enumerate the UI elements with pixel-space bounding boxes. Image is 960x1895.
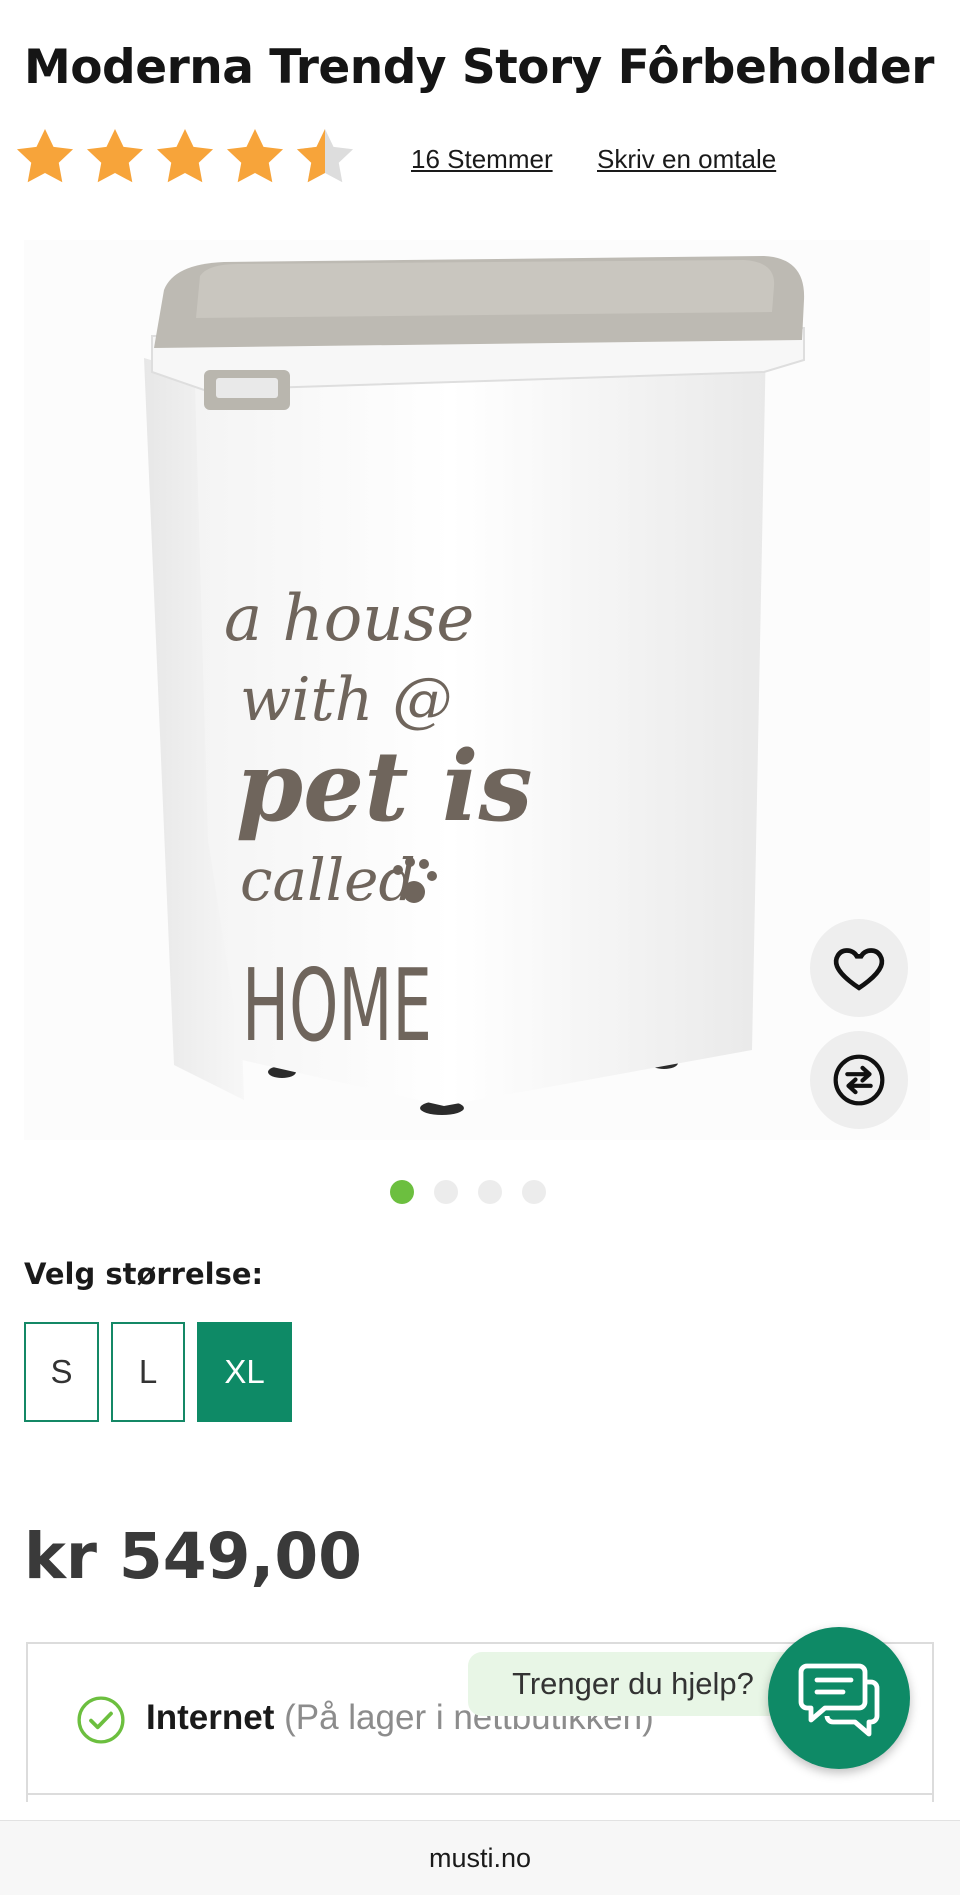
food-container-illustration: a house with @ pet is called HOME bbox=[144, 256, 805, 1115]
chat-bubbles-icon bbox=[798, 1663, 880, 1737]
write-review-link[interactable]: Skriv en omtale bbox=[597, 144, 776, 175]
star-icon bbox=[156, 128, 214, 183]
product-image[interactable]: a house with @ pet is called HOME bbox=[24, 240, 930, 1140]
chat-button[interactable] bbox=[768, 1627, 910, 1769]
product-title: Moderna Trendy Story Fôrbeholder bbox=[24, 40, 934, 95]
check-circle-icon bbox=[77, 1696, 125, 1744]
size-option-s[interactable]: S bbox=[24, 1322, 99, 1422]
bin-text-line-3: pet is bbox=[236, 730, 532, 843]
size-option-l[interactable]: L bbox=[111, 1322, 185, 1422]
divider bbox=[26, 1793, 934, 1795]
heart-icon bbox=[833, 948, 885, 991]
votes-link[interactable]: 16 Stemmer bbox=[411, 144, 553, 175]
carousel-dot[interactable] bbox=[434, 1180, 458, 1204]
rating-row: 16 Stemmer Skriv en omtale bbox=[12, 124, 932, 194]
size-label: Velg størrelse: bbox=[24, 1257, 264, 1291]
help-bubble[interactable]: Trenger du hjelp? bbox=[468, 1652, 798, 1716]
carousel-dot[interactable] bbox=[390, 1180, 414, 1204]
image-carousel-dots bbox=[390, 1180, 580, 1204]
bin-text-line-4: called bbox=[240, 846, 416, 914]
stock-channel: Internet bbox=[146, 1698, 275, 1737]
star-icon bbox=[16, 128, 74, 183]
bin-text-line-1: a house bbox=[224, 582, 474, 656]
bin-text-line-5: HOME bbox=[242, 947, 432, 1064]
star-icon bbox=[86, 128, 144, 183]
carousel-dot[interactable] bbox=[478, 1180, 502, 1204]
bin-text-line-2: with @ bbox=[240, 665, 452, 735]
product-price: kr 549,00 bbox=[24, 1520, 363, 1593]
half-star-icon bbox=[296, 128, 354, 183]
carousel-dot[interactable] bbox=[522, 1180, 546, 1204]
browser-url-bar[interactable]: musti.no bbox=[0, 1820, 960, 1895]
compare-arrows-icon bbox=[833, 1054, 885, 1106]
size-option-xl[interactable]: XL bbox=[197, 1322, 292, 1422]
favorite-button[interactable] bbox=[810, 919, 908, 1017]
compare-button[interactable] bbox=[810, 1031, 908, 1129]
star-icon bbox=[226, 128, 284, 183]
